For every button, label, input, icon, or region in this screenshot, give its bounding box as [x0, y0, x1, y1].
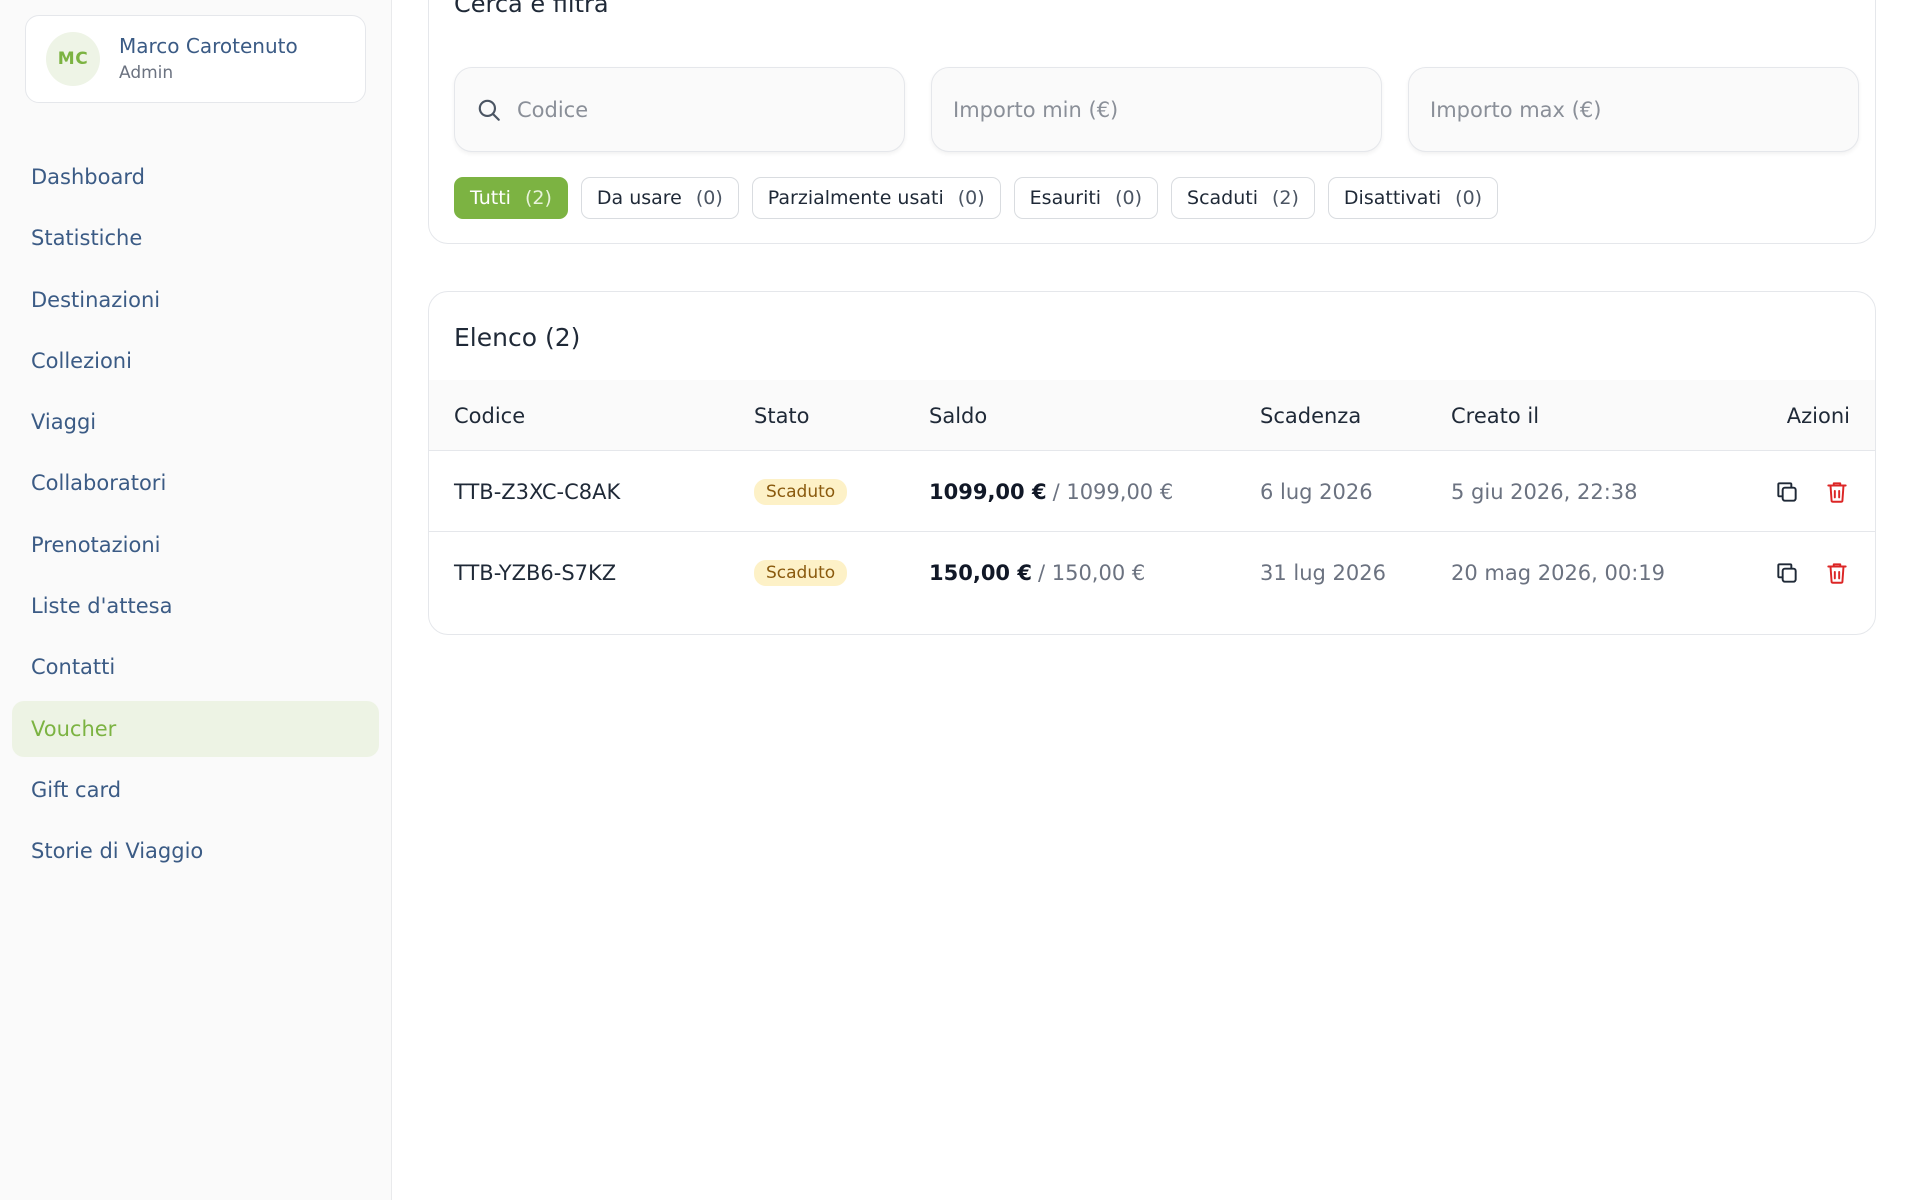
list-title: Elenco (2): [454, 323, 581, 352]
column-header-status[interactable]: Stato: [754, 380, 810, 451]
pill-count: (0): [1455, 187, 1483, 209]
filter-pill-scaduti[interactable]: Scaduti (2): [1171, 177, 1315, 219]
sidebar-item-gift-card[interactable]: Gift card: [12, 762, 379, 818]
filter-title: Cerca e filtra: [454, 0, 609, 18]
status-badge: Scaduto: [754, 559, 848, 586]
pill-count: (2): [1272, 187, 1299, 209]
voucher-code: TTB-YZB6-S7KZ: [454, 560, 617, 585]
user-role: Admin: [119, 63, 174, 83]
voucher-code: TTB-Z3XC-C8AK: [454, 479, 621, 504]
balance-remaining: 1099,00 €: [929, 479, 1047, 504]
row-actions: [1774, 560, 1850, 586]
status-cell: Scaduto: [754, 532, 848, 613]
filter-pill-tutti[interactable]: Tutti (2): [454, 177, 568, 219]
created-date: 5 giu 2026, 22:38: [1451, 479, 1638, 504]
sidebar-item-contatti[interactable]: Contatti: [12, 639, 379, 695]
status-cell: Scaduto: [754, 451, 848, 532]
main-content: Cerca e filtra Tutti (2): [392, 0, 1920, 1200]
amount-min-field: [931, 67, 1382, 152]
sidebar-item-dashboard[interactable]: Dashboard: [12, 149, 379, 205]
user-info: Marco Carotenuto Admin: [119, 33, 298, 85]
column-header-balance[interactable]: Saldo: [929, 380, 987, 451]
balance-total: / 150,00 €: [1037, 560, 1146, 585]
amount-max-field: [1408, 67, 1859, 152]
pill-label: Da usare: [596, 187, 682, 209]
pill-label: Esauriti: [1029, 187, 1102, 209]
pill-count: (0): [1115, 187, 1143, 209]
voucher-list-card: Elenco (2) Codice Stato Saldo Scadenza C…: [428, 291, 1876, 635]
sidebar: MC Marco Carotenuto Admin Dashboard Stat…: [0, 0, 392, 1200]
status-badge: Scaduto: [754, 478, 848, 505]
amount-min-input[interactable]: [953, 97, 1381, 122]
table-header: Codice Stato Saldo Scadenza Creato il Az…: [429, 380, 1875, 451]
status-filter-pills: Tutti (2) Da usare (0) Parzialmente usat…: [454, 177, 1499, 219]
sidebar-item-liste-attesa[interactable]: Liste d'attesa: [12, 578, 379, 634]
copy-icon[interactable]: [1774, 560, 1800, 586]
user-card[interactable]: MC Marco Carotenuto Admin: [25, 15, 366, 103]
balance-total: / 1099,00 €: [1052, 479, 1174, 504]
actions-cell: [1774, 451, 1850, 532]
user-name: Marco Carotenuto: [119, 34, 298, 58]
sidebar-item-viaggi[interactable]: Viaggi: [12, 394, 379, 450]
filter-card: Cerca e filtra Tutti (2): [428, 0, 1876, 244]
code-search-field: [454, 67, 905, 152]
balance-cell: 150,00 € / 150,00 €: [929, 532, 1145, 613]
sidebar-nav: Dashboard Statistiche Destinazioni Colle…: [12, 149, 379, 885]
amount-max-input[interactable]: [1430, 97, 1858, 122]
sidebar-item-storie-viaggio[interactable]: Storie di Viaggio: [12, 823, 379, 879]
balance-cell: 1099,00 € / 1099,00 €: [929, 451, 1173, 532]
column-header-code[interactable]: Codice: [454, 380, 525, 451]
search-icon: [476, 97, 502, 123]
pill-count: (0): [695, 187, 723, 209]
table-row[interactable]: TTB-YZB6-S7KZ Scaduto 150,00 € / 150,00 …: [429, 532, 1875, 613]
balance-remaining: 150,00 €: [929, 560, 1032, 585]
trash-icon[interactable]: [1824, 560, 1850, 586]
pill-count: (2): [524, 187, 552, 209]
column-header-expiry[interactable]: Scadenza: [1260, 380, 1361, 451]
column-header-actions: Azioni: [1786, 403, 1850, 428]
filter-pill-esauriti[interactable]: Esauriti (0): [1013, 177, 1159, 219]
sidebar-item-prenotazioni[interactable]: Prenotazioni: [12, 517, 379, 573]
sidebar-item-collezioni[interactable]: Collezioni: [12, 333, 379, 389]
pill-label: Disattivati: [1343, 187, 1442, 209]
table-row[interactable]: TTB-Z3XC-C8AK Scaduto 1099,00 € / 1099,0…: [429, 451, 1875, 532]
trash-icon[interactable]: [1824, 479, 1850, 505]
row-actions: [1774, 479, 1850, 505]
app-root: MC Marco Carotenuto Admin Dashboard Stat…: [0, 0, 1920, 1200]
created-date: 20 mag 2026, 00:19: [1451, 560, 1666, 585]
sidebar-item-destinazioni[interactable]: Destinazioni: [12, 272, 379, 328]
sidebar-item-statistiche[interactable]: Statistiche: [12, 210, 379, 266]
avatar: MC: [46, 32, 100, 86]
pill-label: Tutti: [470, 187, 511, 209]
expiry-date: 31 lug 2026: [1260, 560, 1386, 585]
pill-label: Scaduti: [1187, 187, 1258, 209]
column-header-created[interactable]: Creato il: [1451, 380, 1539, 451]
actions-cell: [1774, 532, 1850, 613]
pill-label: Parzialmente usati: [767, 187, 944, 209]
copy-icon[interactable]: [1774, 479, 1800, 505]
sidebar-item-voucher[interactable]: Voucher: [12, 700, 379, 757]
filter-pill-parzialmente-usati[interactable]: Parzialmente usati (0): [751, 177, 1001, 219]
filter-pill-da-usare[interactable]: Da usare (0): [580, 177, 739, 219]
sidebar-item-collaboratori[interactable]: Collaboratori: [12, 455, 379, 511]
expiry-date: 6 lug 2026: [1260, 479, 1373, 504]
filter-inputs: [454, 67, 1859, 152]
code-search-input[interactable]: [517, 97, 904, 122]
filter-pill-disattivati[interactable]: Disattivati (0): [1327, 177, 1499, 219]
pill-count: (0): [957, 187, 985, 209]
